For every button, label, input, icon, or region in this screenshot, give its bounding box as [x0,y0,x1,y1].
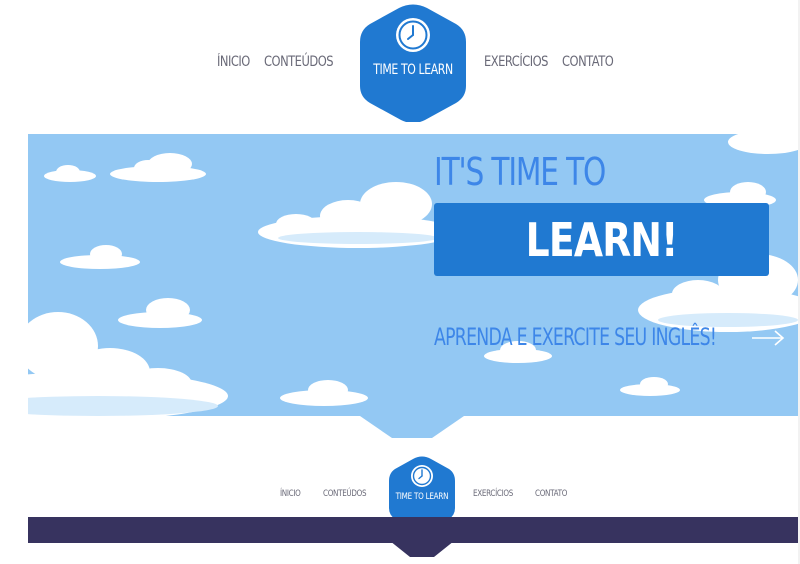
nav-link-inicio-compact[interactable]: ÍNICIO [280,489,301,499]
nav-link-conteudos-compact[interactable]: CONTEÚDOS [323,489,367,499]
nav-link-exercicios[interactable]: EXERCÍCIOS [484,54,548,70]
clock-icon [396,18,430,52]
nav-link-inicio[interactable]: ÍNICIO [217,54,250,70]
site-logo[interactable]: TIME TO LEARN [358,4,468,122]
logo-text: TIME TO LEARN [373,62,453,78]
hero-bottom-notch [360,416,464,438]
learn-highlight-box: LEARN! [434,203,769,276]
dark-banner-notch [390,541,454,557]
hero-highlight-text: LEARN! [525,212,679,267]
nav-link-contato[interactable]: CONTATO [562,54,614,70]
logo-text-compact: TIME TO LEARN [395,492,449,502]
nav-link-conteudos[interactable]: CONTEÚDOS [264,54,334,70]
nav-link-exercicios-compact[interactable]: EXERCÍCIOS [473,489,513,499]
hero-banner: IT'S TIME TO LEARN! APRENDA E EXERCITE S… [28,134,800,416]
dark-banner-strip [28,517,800,543]
arrow-right-icon[interactable] [750,328,786,348]
hero-subtitle: APRENDA E EXERCITE SEU INGLÊS! [434,323,717,351]
hero-title: IT'S TIME TO [434,150,606,194]
nav-link-contato-compact[interactable]: CONTATO [535,489,567,499]
clock-icon [411,465,433,487]
